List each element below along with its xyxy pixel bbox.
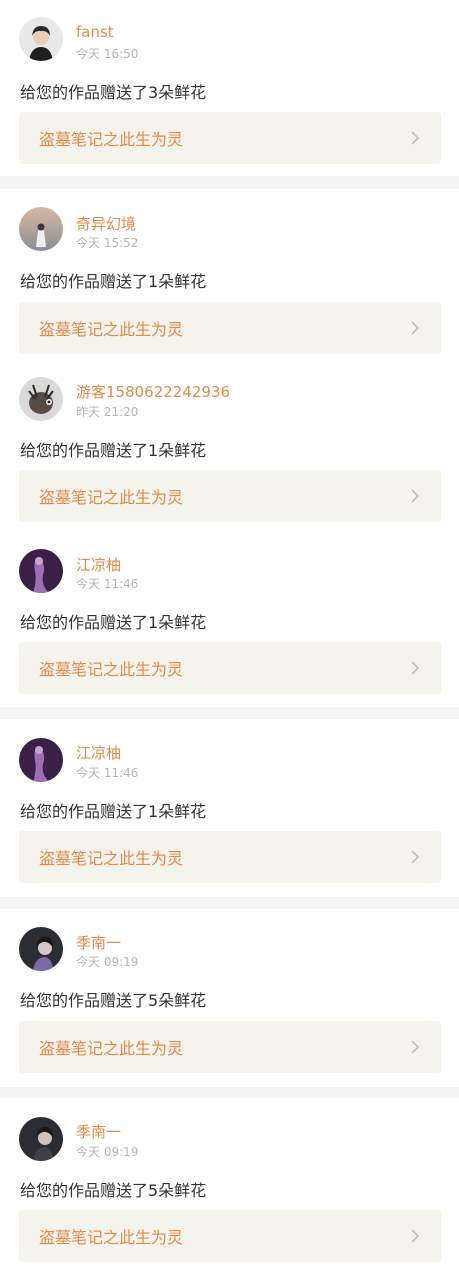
notification-card: 江凉柚 今天 11:46 给您的作品赠送了1朵鲜花 盗墓笔记之此生为灵 — [0, 719, 459, 897]
work-title: 盗墓笔记之此生为灵 — [39, 488, 184, 507]
avatar-icon — [19, 377, 63, 421]
avatar-icon — [19, 738, 63, 782]
timestamp: 今天 09:19 — [76, 955, 139, 969]
gift-message: 给您的作品赠送了5朵鲜花 — [20, 1181, 207, 1200]
chevron-right-icon — [411, 131, 420, 145]
user-avatar[interactable] — [19, 377, 63, 421]
username[interactable]: fanst — [76, 23, 114, 41]
work-title: 盗墓笔记之此生为灵 — [39, 130, 184, 149]
user-avatar[interactable] — [19, 1117, 63, 1161]
user-avatar[interactable] — [19, 549, 63, 593]
chevron-right-icon — [411, 1229, 420, 1243]
user-avatar[interactable] — [19, 927, 63, 971]
timestamp: 今天 15:52 — [76, 236, 139, 250]
chevron-right-icon — [411, 850, 420, 864]
work-link[interactable]: 盗墓笔记之此生为灵 — [19, 302, 441, 354]
username[interactable]: 季南一 — [76, 932, 121, 953]
notification-card: 季南一 今天 09:19 给您的作品赠送了5朵鲜花 盗墓笔记之此生为灵 — [0, 909, 459, 1087]
username[interactable]: 季南一 — [76, 1121, 121, 1142]
username[interactable]: 游客1580622242936 — [76, 381, 230, 402]
work-link[interactable]: 盗墓笔记之此生为灵 — [19, 1210, 441, 1262]
gift-message: 给您的作品赠送了1朵鲜花 — [20, 272, 207, 291]
chevron-right-icon — [411, 1040, 420, 1054]
user-avatar[interactable] — [19, 207, 63, 251]
timestamp: 今天 11:46 — [76, 766, 139, 780]
gift-message: 给您的作品赠送了1朵鲜花 — [20, 613, 207, 632]
work-link[interactable]: 盗墓笔记之此生为灵 — [19, 470, 441, 522]
notification-card: 江凉柚 今天 11:46 给您的作品赠送了1朵鲜花 盗墓笔记之此生为灵 — [0, 535, 459, 707]
notification-card: 奇异幻境 今天 15:52 给您的作品赠送了1朵鲜花 盗墓笔记之此生为灵 — [0, 189, 459, 361]
work-title: 盗墓笔记之此生为灵 — [39, 1039, 184, 1058]
user-avatar[interactable] — [19, 17, 63, 61]
username[interactable]: 奇异幻境 — [76, 213, 136, 234]
timestamp: 今天 16:50 — [76, 47, 139, 61]
notification-card: 游客1580622242936 昨天 21:20 给您的作品赠送了1朵鲜花 盗墓… — [0, 361, 459, 535]
user-avatar[interactable] — [19, 738, 63, 782]
notification-card: fanst 今天 16:50 给您的作品赠送了3朵鲜花 盗墓笔记之此生为灵 — [0, 0, 459, 176]
notification-feed: fanst 今天 16:50 给您的作品赠送了3朵鲜花 盗墓笔记之此生为灵 奇异… — [0, 0, 459, 1280]
gift-message: 给您的作品赠送了1朵鲜花 — [20, 802, 207, 821]
gift-message: 给您的作品赠送了5朵鲜花 — [20, 991, 207, 1010]
chevron-right-icon — [411, 489, 420, 503]
notification-card: 季南一 今天 09:19 给您的作品赠送了5朵鲜花 盗墓笔记之此生为灵 — [0, 1098, 459, 1280]
chevron-right-icon — [411, 661, 420, 675]
avatar-icon — [19, 1117, 63, 1161]
timestamp: 今天 11:46 — [76, 577, 139, 591]
chevron-right-icon — [411, 321, 420, 335]
work-link[interactable]: 盗墓笔记之此生为灵 — [19, 112, 441, 164]
avatar-icon — [19, 549, 63, 593]
work-title: 盗墓笔记之此生为灵 — [39, 849, 184, 868]
gift-message: 给您的作品赠送了1朵鲜花 — [20, 441, 207, 460]
avatar-icon — [19, 17, 63, 61]
avatar-icon — [19, 207, 63, 251]
timestamp: 昨天 21:20 — [76, 405, 139, 419]
username[interactable]: 江凉柚 — [76, 554, 121, 575]
work-link[interactable]: 盗墓笔记之此生为灵 — [19, 642, 441, 694]
gift-message: 给您的作品赠送了3朵鲜花 — [20, 83, 207, 102]
work-title: 盗墓笔记之此生为灵 — [39, 320, 184, 339]
timestamp: 今天 09:19 — [76, 1145, 139, 1159]
work-link[interactable]: 盗墓笔记之此生为灵 — [19, 1021, 441, 1073]
username[interactable]: 江凉柚 — [76, 742, 121, 763]
work-title: 盗墓笔记之此生为灵 — [39, 1228, 184, 1247]
work-link[interactable]: 盗墓笔记之此生为灵 — [19, 831, 441, 883]
avatar-icon — [19, 927, 63, 971]
work-title: 盗墓笔记之此生为灵 — [39, 660, 184, 679]
